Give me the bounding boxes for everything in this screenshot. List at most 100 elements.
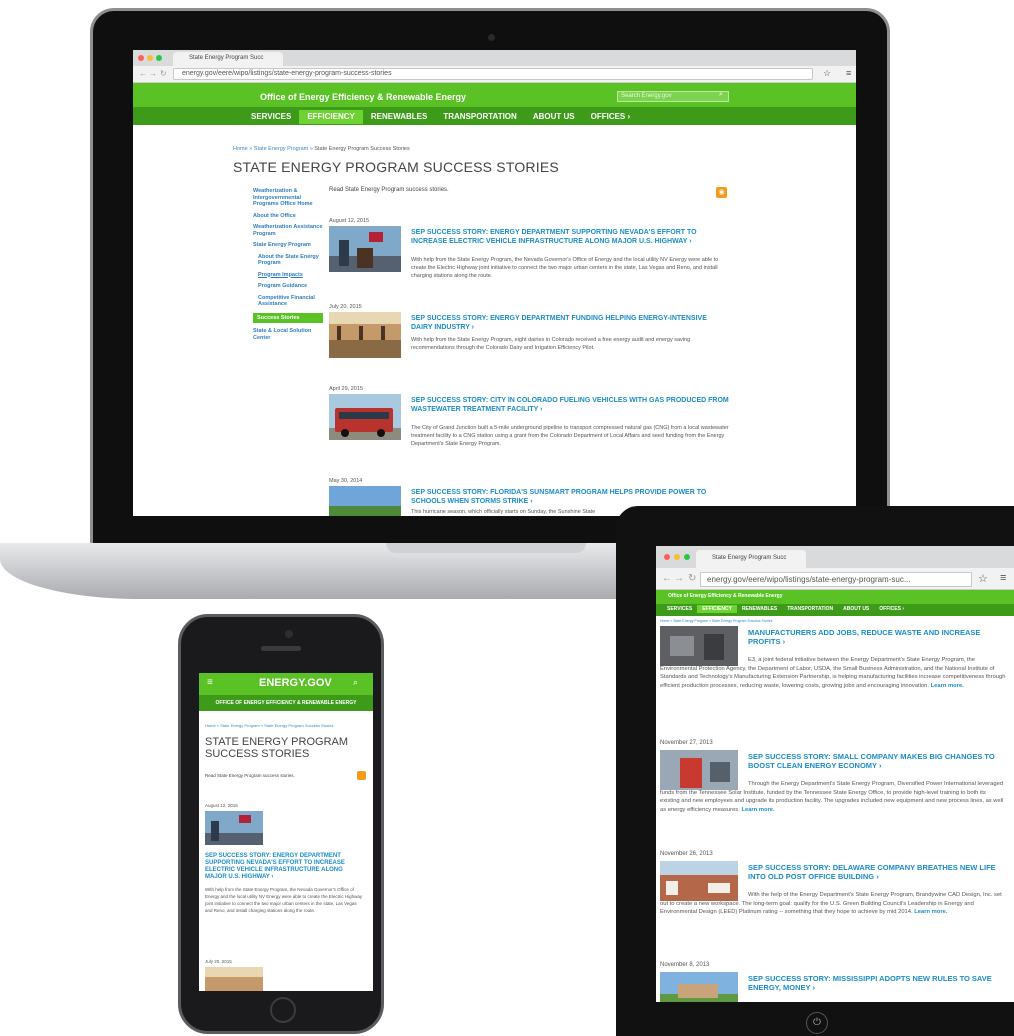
nav-transportation[interactable]: TRANSPORTATION [782,605,838,613]
nav-efficiency[interactable]: EFFICIENCY [697,605,737,613]
sidebar: Weatherization & Intergovernmental Progr… [253,188,323,346]
laptop-camera [488,34,495,41]
story-date: November 27, 2013 [660,740,713,746]
breadcrumb-home[interactable]: Home [233,146,248,152]
sidebar-item-competitive-assistance[interactable]: Competitive Financial Assistance [258,295,323,308]
story-thumbnail[interactable] [329,486,401,516]
close-window-dot[interactable] [138,55,144,61]
story-summary: Through the Energy Department's State En… [660,780,1006,814]
main-nav: SERVICES EFFICIENCY RENEWABLES TRANSPORT… [243,110,638,124]
story-title[interactable]: SEP SUCCESS STORY: ENERGY DEPARTMENT SUP… [411,228,729,246]
nav-renewables[interactable]: RENEWABLES [363,110,435,124]
story-item: MANUFACTURERS ADD JOBS, REDUCE WASTE AND… [660,618,1008,728]
nav-transportation[interactable]: TRANSPORTATION [435,110,524,124]
story-date: November 8, 2013 [660,962,710,968]
story-thumbnail[interactable] [205,811,263,845]
minimize-window-dot[interactable] [674,554,680,560]
hamburger-menu-icon[interactable]: ≡ [207,677,213,688]
story-thumbnail[interactable] [329,226,401,272]
rss-icon[interactable] [357,771,366,780]
nav-about-us[interactable]: ABOUT US [838,605,874,613]
sidebar-item-about-office[interactable]: About the Office [253,213,323,220]
office-banner[interactable]: OFFICE OF ENERGY EFFICIENCY & RENEWABLE … [199,695,373,711]
nav-services[interactable]: SERVICES [662,605,697,613]
story-thumbnail[interactable] [329,394,401,440]
close-window-dot[interactable] [664,554,670,560]
tab-title: State Energy Program Succ [712,555,787,561]
nav-offices[interactable]: OFFICES › [874,605,909,613]
story-summary: With help from the State Energy Program,… [411,337,691,351]
maximize-window-dot[interactable] [684,554,690,560]
learn-more-link[interactable]: Learn more. [741,807,774,813]
story-summary: With help from the State Energy Program,… [411,257,719,279]
story-title[interactable]: SEP SUCCESS STORY: DELAWARE COMPANY BREA… [748,863,1004,881]
story-item: November 27, 2013 SEP SUCCESS STORY: SMA… [660,740,1008,840]
breadcrumb[interactable]: Home » State Energy Program » State Ener… [205,723,334,728]
forward-arrow-icon[interactable]: → [674,573,684,584]
back-arrow-icon[interactable]: ← [662,573,672,584]
story-item: August 12, 2015 SEP SUCCESS STORY: ENERG… [329,218,729,288]
sidebar-item-program-impacts[interactable]: Program Impacts [258,272,323,279]
story-thumbnail[interactable] [329,312,401,358]
star-icon[interactable]: ☆ [823,68,831,79]
story-title[interactable]: SEP SUCCESS STORY: ENERGY DEPARTMENT SUP… [205,853,365,881]
story-summary: With help from the State Energy Program,… [205,887,363,913]
reload-icon[interactable]: ↻ [160,69,167,78]
search-icon[interactable]: ⌕ [719,91,723,99]
browser-tab[interactable]: State Energy Program Succ [696,550,806,568]
phone-home-button[interactable] [270,997,296,1023]
story-title[interactable]: SEP SUCCESS STORY: CITY IN COLORADO FUEL… [411,396,729,414]
nav-about-us[interactable]: ABOUT US [525,110,583,124]
learn-more-link[interactable]: Learn more. [914,909,947,915]
breadcrumb-program[interactable]: State Energy Program [254,146,308,152]
search-input[interactable]: Search Energy.gov [617,91,729,102]
phone-speaker [261,646,301,651]
search-icon[interactable]: ⌕ [353,677,358,688]
story-title[interactable]: MANUFACTURERS ADD JOBS, REDUCE WASTE AND… [748,628,1004,646]
back-arrow-icon[interactable]: ← [139,69,147,78]
story-item: April 29, 2015 SEP SUCCESS STORY: CITY I… [329,386,729,466]
laptop-notch [386,543,586,553]
menu-icon[interactable]: ≡ [1000,572,1006,584]
story-title[interactable]: SEP SUCCESS STORY: MISSISSIPPI ADOPTS NE… [748,974,1004,992]
menu-icon[interactable]: ≡ [846,68,851,78]
story-date: April 29, 2015 [329,386,363,392]
sidebar-item-about-sep[interactable]: About the State Energy Program [258,254,323,267]
rss-icon[interactable]: ◉ [716,187,727,198]
reload-icon[interactable]: ↻ [688,573,696,584]
sidebar-item-program-guidance[interactable]: Program Guidance [258,283,323,290]
breadcrumb: Home » State Energy Program » State Ener… [233,146,410,152]
minimize-window-dot[interactable] [147,55,153,61]
site-title[interactable]: Office of Energy Efficiency & Renewable … [668,593,782,599]
story-title[interactable]: SEP SUCCESS STORY: ENERGY DEPARTMENT FUN… [411,314,729,332]
browser-tab[interactable]: State Energy Program Succ [173,52,283,66]
tab-title: State Energy Program Succ [189,55,264,61]
story-summary: The City of Grand Junction built a 5-mil… [411,425,729,447]
story-title[interactable]: SEP SUCCESS STORY: FLORIDA'S SUNSMART PR… [411,488,729,506]
sidebar-item-success-stories[interactable]: Success Stories [253,312,323,323]
url-field[interactable]: energy.gov/eere/wipo/listings/state-ener… [700,572,972,587]
nav-services[interactable]: SERVICES [243,110,299,124]
main-nav: SERVICES EFFICIENCY RENEWABLES TRANSPORT… [662,605,909,613]
tablet-power-icon[interactable]: ⏻ [806,1012,828,1034]
phone-screen: ≡ ENERGY.GOV ⌕ OFFICE OF ENERGY EFFICIEN… [199,673,373,991]
maximize-window-dot[interactable] [156,55,162,61]
site-title[interactable]: Office of Energy Efficiency & Renewable … [260,92,466,102]
nav-efficiency[interactable]: EFFICIENCY [299,110,363,124]
sidebar-item-weatherization[interactable]: Weatherization Assistance Program [253,224,323,237]
story-thumbnail[interactable] [660,972,738,1002]
forward-arrow-icon[interactable]: → [149,69,157,78]
story-date: July 20, 2015 [205,959,232,964]
sidebar-item-solution-center[interactable]: State & Local Solution Center [253,328,323,341]
url-field[interactable]: energy.gov/eere/wipo/listings/state-ener… [173,68,813,80]
story-thumbnail[interactable] [205,967,263,991]
learn-more-link[interactable]: Learn more. [931,683,964,689]
address-bar-row: ← → ↻ energy.gov/eere/wipo/listings/stat… [133,66,856,83]
nav-renewables[interactable]: RENEWABLES [737,605,782,613]
story-title[interactable]: SEP SUCCESS STORY: SMALL COMPANY MAKES B… [748,752,1004,770]
site-logo[interactable]: ENERGY.GOV [259,677,332,689]
nav-offices[interactable]: OFFICES › [583,110,639,124]
sidebar-item-state-energy-program[interactable]: State Energy Program [253,242,323,249]
sidebar-item-wipo-home[interactable]: Weatherization & Intergovernmental Progr… [253,188,323,208]
star-icon[interactable]: ☆ [978,572,988,585]
